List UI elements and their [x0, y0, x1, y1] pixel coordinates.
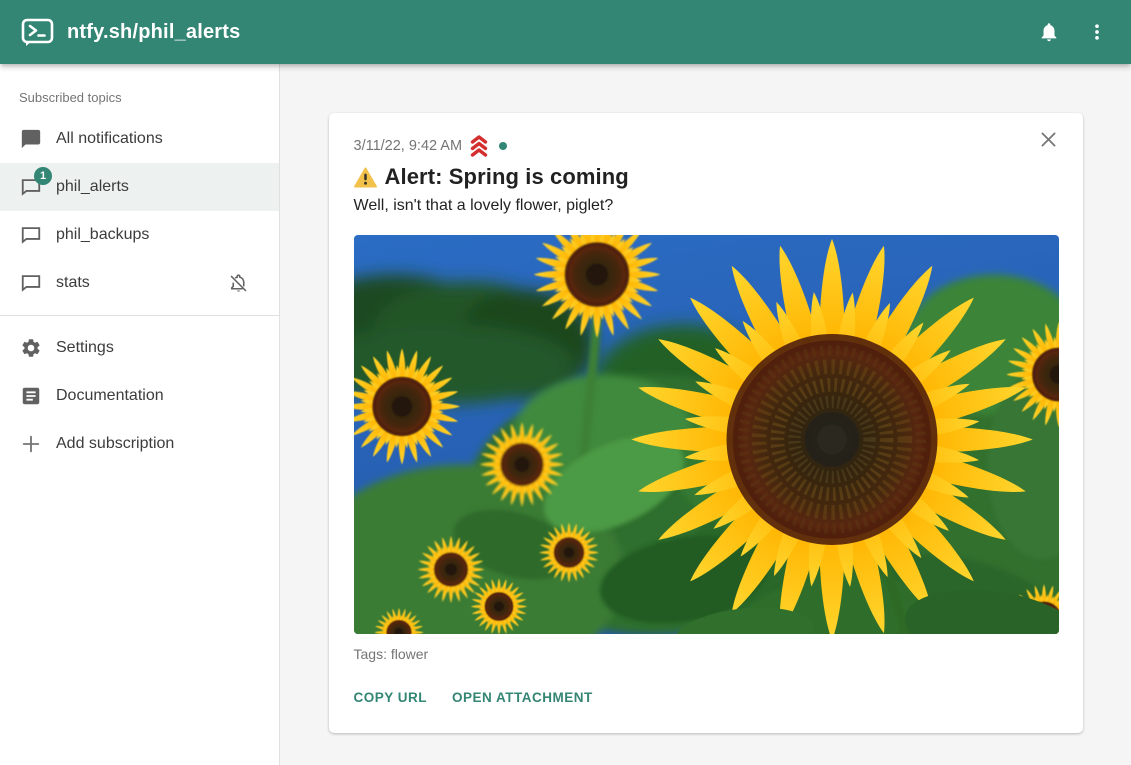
notification-meta-row: 3/11/22, 9:42 AM — [354, 137, 1059, 155]
notification-title-row: Alert: Spring is coming — [354, 164, 1059, 190]
sidebar-item-label: phil_alerts — [56, 178, 129, 196]
warning-icon — [354, 167, 377, 188]
priority-max-icon — [467, 134, 491, 158]
notification-actions: COPY URL OPEN ATTACHMENT — [354, 684, 1059, 711]
sidebar-section-label: Subscribed topics — [0, 64, 279, 115]
sidebar-item-documentation[interactable]: Documentation — [0, 372, 279, 420]
copy-url-button[interactable]: COPY URL — [354, 684, 428, 711]
notification-body: Well, isn't that a lovely flower, piglet… — [354, 197, 1059, 215]
sidebar-item-label: phil_backups — [56, 226, 149, 244]
app-logo-icon — [21, 17, 54, 47]
notifications-bell-button[interactable] — [1027, 10, 1071, 54]
appbar-title: ntfy.sh/phil_alerts — [67, 21, 240, 44]
gear-icon — [19, 336, 43, 360]
sidebar-item-all-notifications[interactable]: All notifications — [0, 115, 279, 163]
bell-icon — [1038, 21, 1060, 43]
unread-count-badge: 1 — [34, 167, 52, 185]
notification-card: 3/11/22, 9:42 AM — [329, 113, 1083, 733]
appbar: ntfy.sh/phil_alerts — [0, 0, 1131, 64]
chat-outline-icon — [19, 271, 43, 295]
sidebar-item-settings[interactable]: Settings — [0, 324, 279, 372]
notification-timestamp: 3/11/22, 9:42 AM — [354, 138, 463, 154]
sidebar-item-label: stats — [56, 274, 90, 292]
attachment-image[interactable] — [354, 235, 1059, 634]
sidebar-item-stats[interactable]: stats — [0, 259, 279, 307]
sidebar: Subscribed topics All notifications 1 ph… — [0, 64, 280, 765]
chat-filled-icon — [19, 127, 43, 151]
sidebar-item-add-subscription[interactable]: Add subscription — [0, 420, 279, 468]
sidebar-divider — [0, 315, 279, 316]
sidebar-item-label: Documentation — [56, 387, 164, 405]
sidebar-item-phil-alerts[interactable]: 1 phil_alerts — [0, 163, 279, 211]
sidebar-item-phil-backups[interactable]: phil_backups — [0, 211, 279, 259]
article-icon — [19, 384, 43, 408]
chat-outline-icon — [19, 223, 43, 247]
muted-bell-icon — [228, 273, 263, 294]
new-indicator-dot — [499, 142, 507, 150]
sidebar-item-label: Settings — [56, 339, 114, 357]
plus-icon — [19, 432, 43, 456]
close-notification-button[interactable] — [1035, 125, 1063, 153]
notification-tags: Tags: flower — [354, 646, 1059, 662]
kebab-menu-icon — [1087, 22, 1107, 42]
main-content: 3/11/22, 9:42 AM — [280, 64, 1131, 765]
sidebar-item-label: All notifications — [56, 130, 163, 148]
open-attachment-button[interactable]: OPEN ATTACHMENT — [452, 684, 593, 711]
notification-title: Alert: Spring is coming — [385, 164, 629, 190]
sidebar-item-label: Add subscription — [56, 435, 174, 453]
close-icon — [1038, 129, 1059, 150]
chat-outline-icon: 1 — [19, 175, 43, 199]
overflow-menu-button[interactable] — [1075, 10, 1119, 54]
